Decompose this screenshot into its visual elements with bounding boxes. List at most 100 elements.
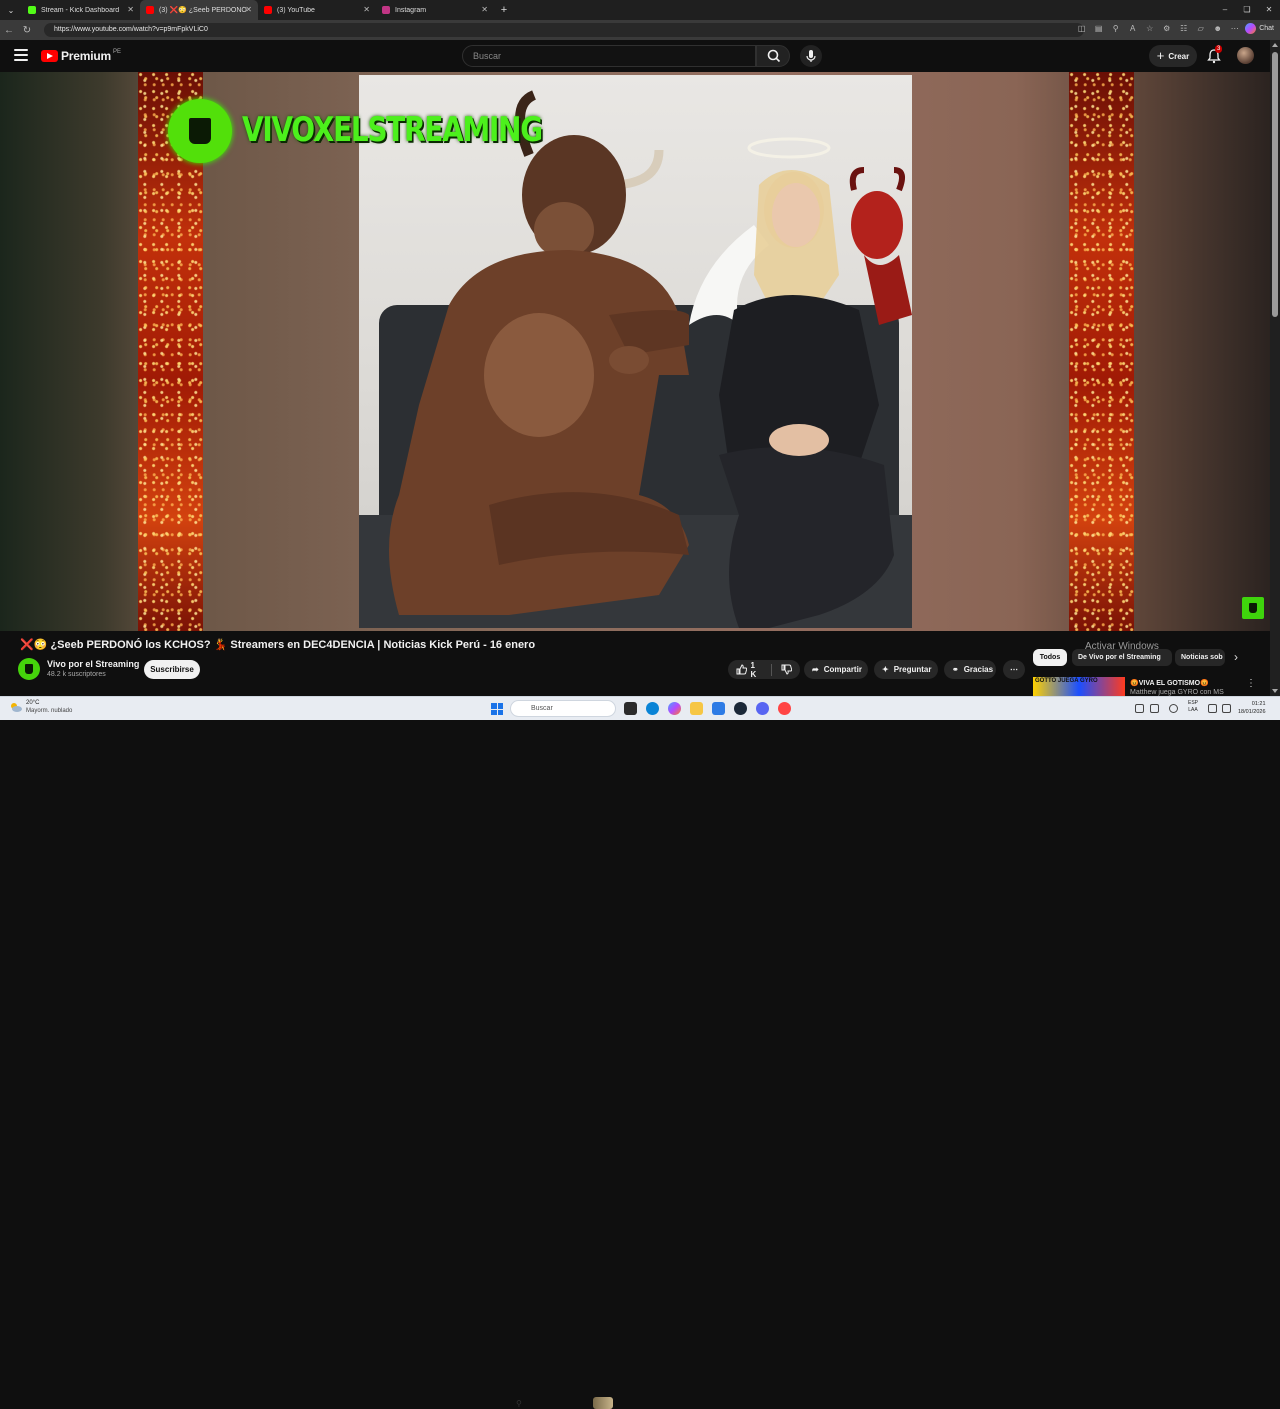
close-icon[interactable]: ✕	[363, 5, 370, 14]
input-language[interactable]: ESP LAA	[1188, 700, 1198, 714]
like-button[interactable]: 1 K	[736, 661, 762, 679]
microphone-icon	[806, 50, 816, 62]
search-button[interactable]	[756, 45, 790, 67]
windows-start-icon[interactable]	[491, 703, 503, 715]
zoom-icon[interactable]: ⚲	[1109, 22, 1122, 35]
scroll-down-arrow-icon[interactable]	[1272, 689, 1278, 693]
weather-description[interactable]: Mayorm. nublado	[26, 708, 72, 714]
weather-temperature[interactable]: 20°C	[26, 700, 39, 706]
youtube-premium-logo[interactable]: Premium PE	[41, 49, 121, 63]
split-screen-icon[interactable]: ▱	[1194, 22, 1207, 35]
scrollbar-thumb[interactable]	[1272, 52, 1278, 317]
like-count: 1 K	[750, 660, 757, 679]
video-player[interactable]: VIVOXELSTREAMING	[0, 72, 1270, 631]
more-menu-icon[interactable]: ⋯	[1228, 22, 1241, 35]
close-icon[interactable]: ✕	[245, 5, 252, 14]
chevron-right-icon[interactable]: ›	[1234, 650, 1238, 664]
extensions-icon[interactable]: ⚙	[1160, 22, 1173, 35]
divider	[771, 663, 773, 676]
copilot-app-icon[interactable]	[668, 702, 681, 715]
file-explorer-icon[interactable]	[690, 702, 703, 715]
new-tab-button[interactable]: +	[494, 0, 514, 20]
chip-all[interactable]: Todos	[1033, 649, 1067, 666]
search-input[interactable]: Buscar	[462, 45, 756, 67]
super-thanks-icon: ⚭	[952, 665, 959, 674]
system-clock[interactable]: 01:21 18/01/2026	[1238, 700, 1266, 716]
url-field[interactable]: https://www.youtube.com/watch?v=p9mFpkVL…	[44, 23, 1084, 37]
kick-favicon-icon	[28, 6, 36, 14]
cloud-sun-icon[interactable]	[10, 702, 22, 712]
youtube-favicon-icon	[146, 6, 154, 14]
tab-instagram[interactable]: Instagram ✕	[376, 0, 494, 20]
profile-icon[interactable]: ☻	[1211, 22, 1224, 35]
voice-search-button[interactable]	[800, 45, 822, 67]
minimize-icon[interactable]: –	[1214, 0, 1236, 20]
reload-icon[interactable]: ↻	[18, 25, 36, 36]
channel-avatar[interactable]	[18, 658, 40, 680]
recording-app-icon[interactable]	[778, 702, 791, 715]
collections-icon[interactable]: ☷	[1177, 22, 1190, 35]
right-glitter-border	[1069, 72, 1134, 631]
sparkle-icon: ✦	[882, 665, 889, 674]
reader-icon[interactable]: ▤	[1092, 22, 1105, 35]
tab-label: Instagram	[395, 6, 427, 14]
chip-from-channel[interactable]: De Vivo por el Streaming	[1072, 649, 1172, 666]
volume-icon[interactable]	[1222, 704, 1231, 713]
create-button[interactable]: + Crear	[1149, 45, 1197, 67]
search-icon: ⚲	[516, 1399, 522, 1408]
page-scrollbar[interactable]	[1270, 40, 1280, 696]
back-icon[interactable]: ←	[0, 25, 18, 36]
more-actions-button[interactable]: ⋯	[1003, 660, 1025, 679]
share-button[interactable]: ➦ Compartir	[804, 660, 868, 679]
task-view-icon[interactable]	[624, 702, 637, 715]
mail-icon[interactable]	[712, 702, 725, 715]
plus-icon: +	[1156, 48, 1165, 63]
thanks-button[interactable]: ⚭ Gracias	[944, 660, 996, 679]
close-icon[interactable]: ✕	[127, 5, 134, 14]
recommended-more-icon[interactable]: ⋮	[1246, 678, 1256, 689]
hamburger-menu-icon[interactable]	[14, 49, 28, 61]
ask-label: Preguntar	[893, 665, 932, 674]
copilot-chat-button[interactable]: Chat	[1245, 23, 1274, 34]
restore-icon[interactable]: ❏	[1236, 0, 1258, 20]
tab-kick-dashboard[interactable]: Stream - Kick Dashboard ✕	[22, 0, 140, 20]
video-title: ❌😳 ¿Seeb PERDONÓ los KCHOS? 💃 Streamers …	[20, 639, 536, 651]
channel-name-link[interactable]: Vivo por el Streaming	[47, 659, 139, 669]
read-aloud-icon[interactable]: A	[1126, 22, 1139, 35]
tab-menu-chevron-icon[interactable]: ⌄	[0, 0, 22, 20]
edge-browser-icon[interactable]	[646, 702, 659, 715]
cup-icon	[1249, 603, 1257, 613]
discord-icon[interactable]	[756, 702, 769, 715]
tray-overflow-icon[interactable]	[1135, 704, 1144, 713]
country-code: PE	[112, 49, 121, 55]
taskbar-search-input[interactable]: Buscar	[510, 700, 616, 717]
tab-youtube-home[interactable]: (3) YouTube ✕	[258, 0, 376, 20]
recommended-video-thumbnail[interactable]: GOTTO JUEGA GYRO	[1033, 677, 1125, 696]
browser-tab-strip: ⌄ Stream - Kick Dashboard ✕ (3) ❌😳 ¿Seeb…	[0, 0, 1280, 20]
overlay-channel-logo	[168, 99, 232, 163]
channel-watermark-badge[interactable]	[1242, 597, 1264, 619]
thumbs-down-icon[interactable]	[781, 664, 792, 675]
account-avatar[interactable]	[1237, 47, 1254, 64]
translate-icon[interactable]: ◫	[1075, 22, 1088, 35]
youtube-header: Premium PE Buscar + Crear 3	[0, 40, 1270, 72]
tray-app-icon[interactable]	[1150, 704, 1159, 713]
recommended-video-title[interactable]: 😡VIVA EL GOTISMO😡	[1130, 679, 1209, 687]
video-scene-illustration	[359, 90, 912, 628]
close-window-icon[interactable]: ✕	[1258, 0, 1280, 20]
subscribe-button[interactable]: Suscribirse	[144, 660, 200, 679]
ask-button[interactable]: ✦ Preguntar	[874, 660, 938, 679]
steam-icon[interactable]	[734, 702, 747, 715]
like-dislike-group: 1 K	[728, 660, 800, 679]
share-label: Compartir	[823, 665, 862, 674]
scroll-up-arrow-icon[interactable]	[1272, 43, 1278, 47]
chip-news[interactable]: Noticias sob	[1175, 649, 1225, 666]
favorite-star-icon[interactable]: ☆	[1143, 22, 1156, 35]
clock-time: 01:21	[1251, 701, 1266, 707]
clock-date: 18/01/2026	[1238, 709, 1266, 715]
wifi-icon[interactable]	[1208, 704, 1217, 713]
create-label: Crear	[1168, 51, 1190, 61]
close-icon[interactable]: ✕	[481, 5, 488, 14]
tray-security-icon[interactable]	[1169, 704, 1178, 713]
tab-youtube-video[interactable]: (3) ❌😳 ¿Seeb PERDONÓ lo... ✕	[140, 0, 258, 20]
